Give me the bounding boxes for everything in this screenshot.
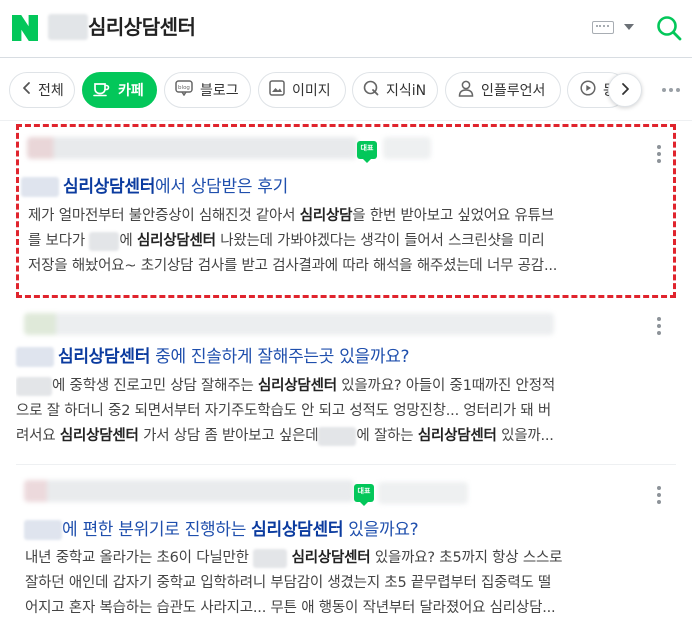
snippet-text: 있을까요? 아들이 중1때까진 안정적 (336, 378, 555, 394)
search-result-1: 대표 심리상담센터에서 상담받은 후기 제가 얼마전부터 불안증상이 심해진것 … (16, 124, 676, 298)
tab-label: 지식iN (386, 83, 427, 99)
snippet-keyword: 심리상담센터 (136, 233, 216, 249)
snippet-text: 내년 중학교 올라가는 초6이 다닐만한 (25, 550, 254, 566)
snippet-text: 에 잘하는 (356, 428, 418, 444)
snippet-keyword: 심리상담센터 (417, 428, 497, 444)
person-icon (458, 80, 474, 101)
search-header: 심리상담센터 (0, 0, 692, 58)
tab-cafe[interactable]: 카페 (82, 72, 157, 108)
chevron-right-icon (620, 81, 630, 100)
result-title-link[interactable]: 에 편한 분위기로 진행하는 심리상담센터 있을까요? (24, 518, 419, 542)
snippet-text: 저장을 해놨어요~ 초기상담 검사를 받고 검사결과에 따라 해석을 해주셨는데… (28, 258, 558, 274)
snippet-text: 에 (119, 233, 137, 249)
tab-influencer[interactable]: 인플루언서 (445, 72, 561, 108)
result-options-icon[interactable] (657, 317, 661, 335)
search-query-text[interactable]: 심리상담센터 (88, 12, 196, 42)
tab-label: 카페 (118, 83, 144, 99)
tab-label: 이미지 (292, 83, 331, 99)
cafe-cup-icon (93, 79, 111, 101)
snippet-text: 나왔는데 가봐야겠다는 생각이 들어서 스크린샷을 미리 (215, 233, 545, 249)
tab-all[interactable]: 전체 (9, 72, 75, 108)
tab-label: 인플루언서 (481, 83, 546, 99)
result-snippet: 에 중학생 진로고민 상담 잘해주는 심리상담센터 있을까요? 아들이 중1때까… (16, 374, 666, 449)
chevron-left-icon (22, 81, 31, 99)
snippet-keyword: 심리상담센터 (59, 428, 139, 444)
snippet-line: 저장을 해놨어요~ 초기상담 검사를 받고 검사결과에 따라 해석을 해주셨는데… (28, 254, 668, 279)
blog-icon: blog (175, 80, 193, 100)
snippet-text: 잘하던 애인데 갑자기 중학교 입학하려니 부담감이 생겼는지 초5 끝무렵부터… (25, 575, 552, 591)
svg-text:blog: blog (178, 85, 190, 91)
blurred-region-name (89, 231, 120, 251)
snippet-text: 있을까요? 초5까지 항상 스스로 (370, 550, 563, 566)
snippet-text: 있을까... (496, 428, 554, 444)
result-options-icon[interactable] (657, 486, 661, 504)
blurred-source-meta (378, 482, 468, 504)
caret-down-icon[interactable] (624, 24, 634, 30)
blurred-region-name (253, 548, 288, 568)
snippet-text: 려서요 (16, 428, 60, 444)
result-snippet: 내년 중학교 올라가는 초6이 다닐만한 심리상담센터 있을까요? 초5까지 항… (25, 546, 665, 621)
snippet-text: 어지고 혼자 복습하는 습관도 사라지고... 무튼 애 행동이 작년부터 달라… (25, 600, 556, 616)
representative-badge: 대표 (357, 141, 377, 163)
snippet-keyword: 심리상담 (299, 208, 353, 224)
play-icon (580, 80, 596, 100)
tab-label: 블로그 (200, 83, 239, 99)
naver-logo-icon[interactable] (12, 15, 38, 41)
tab-image[interactable]: 이미지 (258, 72, 346, 108)
blurred-source-meta (27, 137, 357, 159)
snippet-line: 제가 얼마전부터 불안증상이 심해진것 같아서 심리상담을 한번 받아보고 싶었… (28, 204, 668, 229)
search-result-2: 심리상담센터 중에 진솔하게 잘해주는곳 있을까요? 에 중학생 진로고민 상담… (16, 303, 676, 465)
kin-q-icon (363, 80, 379, 100)
snippet-line: 어지고 혼자 복습하는 습관도 사라지고... 무튼 애 행동이 작년부터 달라… (25, 596, 665, 621)
result-options-icon[interactable] (657, 145, 661, 163)
blurred-region-name (24, 520, 62, 540)
blurred-source-meta (24, 313, 554, 335)
image-icon (269, 80, 285, 100)
search-icon[interactable] (655, 14, 683, 42)
snippet-line: 내년 중학교 올라가는 초6이 다닐만한 심리상담센터 있을까요? 초5까지 항… (25, 546, 665, 571)
snippet-text: 으로 잘 하더니 중2 되면서부터 자기주도학습도 안 되고 성적도 엉망진창.… (16, 403, 552, 419)
tab-kin[interactable]: 지식iN (352, 72, 438, 108)
snippet-line: 려서요 심리상담센터 가서 상담 좀 받아보고 싶은데 에 잘하는 심리상담센터 … (16, 424, 666, 449)
search-tabs: 전체 카페 blog 블로그 이미지 지식iN 인플루언서 (0, 59, 692, 121)
blurred-source-meta (24, 480, 354, 502)
tab-blog[interactable]: blog 블로그 (164, 72, 251, 108)
blurred-region-name (21, 177, 59, 197)
snippet-keyword: 심리상담센터 (258, 378, 337, 394)
snippet-text: 를 보다가 (28, 233, 90, 249)
blurred-source-meta (383, 137, 431, 159)
blurred-region-name (318, 426, 357, 446)
snippet-text: 제가 얼마전부터 불안증상이 심해진것 같아서 (28, 208, 300, 224)
tabs-scroll-next-button[interactable] (608, 73, 642, 107)
result-title-link[interactable]: 심리상담센터에서 상담받은 후기 (21, 175, 288, 199)
search-result-3: 대표 에 편한 분위기로 진행하는 심리상담센터 있을까요? 내년 중학교 올라… (16, 466, 676, 626)
blurred-region-name (48, 14, 88, 40)
representative-badge: 대표 (354, 484, 374, 506)
snippet-line: 으로 잘 하더니 중2 되면서부터 자기주도학습도 안 되고 성적도 엉망진창.… (16, 399, 666, 424)
snippet-line: 를 보다가 에 심리상담센터 나왔는데 가봐야겠다는 생각이 들어서 스크린샷을… (28, 229, 668, 254)
blurred-region-name (16, 347, 54, 367)
blurred-region-name (16, 376, 52, 396)
result-snippet: 제가 얼마전부터 불안증상이 심해진것 같아서 심리상담을 한번 받아보고 싶었… (28, 204, 668, 279)
snippet-line: 에 중학생 진로고민 상담 잘해주는 심리상담센터 있을까요? 아들이 중1때까… (16, 374, 666, 399)
snippet-text: 에 중학생 진로고민 상담 잘해주는 (52, 378, 259, 394)
result-title-link[interactable]: 심리상담센터 중에 진솔하게 잘해주는곳 있을까요? (16, 345, 410, 369)
snippet-text: 을 한번 받아보고 싶었어요 유튜브 (352, 208, 554, 224)
tab-label: 전체 (38, 83, 64, 99)
keyboard-icon[interactable] (592, 21, 614, 34)
more-menu-icon[interactable] (662, 88, 680, 92)
snippet-keyword: 심리상담센터 (291, 550, 371, 566)
snippet-text: 가서 상담 좀 받아보고 싶은데 (138, 428, 319, 444)
snippet-line: 잘하던 애인데 갑자기 중학교 입학하려니 부담감이 생겼는지 초5 끝무렵부터… (25, 571, 665, 596)
